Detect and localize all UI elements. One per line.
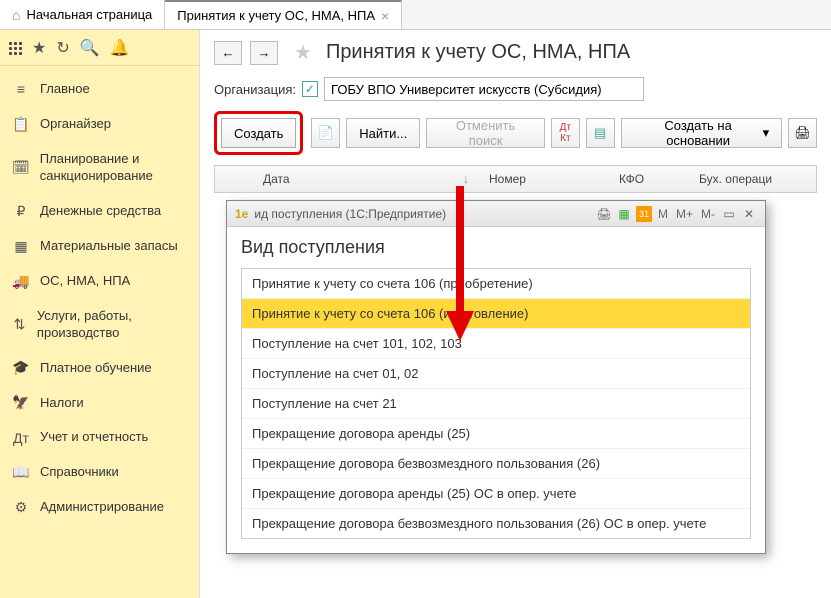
column-date[interactable]: Дата: [253, 172, 453, 186]
calendar-icon[interactable]: 31: [636, 206, 652, 222]
modal-list-item[interactable]: Прекращение договора безвозмездного поль…: [242, 449, 750, 479]
modal-titlebar: 1e ид поступления (1С:Предприятие) 🖨 ▦ 3…: [227, 201, 765, 227]
sidebar-item-label: Учет и отчетность: [40, 429, 148, 446]
modal-heading: Вид поступления: [241, 237, 751, 258]
modal-list-item[interactable]: Принятие к учету со счета 106 (изготовле…: [242, 299, 750, 329]
bell-icon[interactable]: 🔔: [110, 38, 130, 58]
m-minus-button[interactable]: M-: [699, 207, 717, 221]
sidebar-item-icon: Дт: [12, 430, 30, 446]
sidebar-item-icon: ≡: [12, 81, 30, 97]
modal-list: Принятие к учету со счета 106 (приобрете…: [241, 268, 751, 539]
sidebar-item-label: Органайзер: [40, 116, 111, 133]
modal-list-item[interactable]: Прекращение договора аренды (25): [242, 419, 750, 449]
cancel-search-button[interactable]: Отменить поиск: [426, 118, 545, 148]
organization-check-icon[interactable]: ✓: [302, 81, 318, 97]
sidebar-item-icon: ▦: [12, 238, 30, 255]
sidebar-item-label: Материальные запасы: [40, 238, 178, 255]
copy-button[interactable]: 📄: [311, 118, 340, 148]
create-button[interactable]: Создать: [221, 118, 296, 148]
sidebar-item-label: Планирование и санкционирование: [40, 151, 187, 185]
sidebar-item-icon: 🦅: [12, 394, 30, 411]
sidebar-item[interactable]: 🚚 ОС, НМА, НПА: [0, 264, 199, 299]
sidebar-item-label: Справочники: [40, 464, 119, 481]
sidebar-item[interactable]: Дт Учет и отчетность: [0, 420, 199, 455]
sidebar: ★ ↻ 🔍 🔔 ≡ Главное 📋 Органайзер 🗓 Планирование…: [0, 30, 200, 598]
tab-label: Принятия к учету ОС, НМА, НПА: [177, 8, 375, 23]
sidebar-item[interactable]: ⚙ Администрирование: [0, 490, 199, 525]
sidebar-item-label: Администрирование: [40, 499, 164, 516]
sidebar-item[interactable]: ⇅ Услуги, работы, производство: [0, 299, 199, 351]
tab-label: Начальная страница: [26, 7, 152, 22]
tab-home[interactable]: ⌂ Начальная страница: [0, 0, 165, 29]
sidebar-item[interactable]: 🎓 Платное обучение: [0, 350, 199, 385]
page-title: Принятия к учету ОС, НМА, НПА: [326, 41, 630, 64]
print-icon[interactable]: 🖨: [596, 206, 612, 222]
modal-list-item[interactable]: Поступление на счет 01, 02: [242, 359, 750, 389]
find-button[interactable]: Найти...: [346, 118, 420, 148]
column-operation[interactable]: Бух. операци: [689, 172, 808, 186]
sidebar-item-icon: ⇅: [12, 316, 27, 333]
sidebar-item-label: Налоги: [40, 395, 84, 412]
column-number[interactable]: Номер: [479, 172, 609, 186]
sidebar-item[interactable]: 🦅 Налоги: [0, 385, 199, 420]
close-icon[interactable]: ✕: [741, 206, 757, 222]
modal-dialog: 1e ид поступления (1С:Предприятие) 🖨 ▦ 3…: [226, 200, 766, 554]
tab-current[interactable]: Принятия к учету ОС, НМА, НПА ×: [165, 0, 402, 29]
modal-list-item[interactable]: Поступление на счет 101, 102, 103: [242, 329, 750, 359]
sidebar-item-label: Денежные средства: [40, 203, 161, 220]
home-icon: ⌂: [12, 7, 20, 23]
sidebar-item-icon: 📋: [12, 116, 30, 133]
sidebar-item[interactable]: 📖 Справочники: [0, 455, 199, 490]
create-button-highlight: Создать: [214, 111, 303, 155]
modal-list-item[interactable]: Прекращение договора аренды (25) ОС в оп…: [242, 479, 750, 509]
sidebar-item[interactable]: 📋 Органайзер: [0, 107, 199, 142]
back-button[interactable]: ←: [214, 41, 242, 65]
organization-input[interactable]: [324, 77, 644, 101]
m-button[interactable]: M: [656, 207, 670, 221]
sidebar-item[interactable]: ₽ Денежные средства: [0, 194, 199, 229]
sidebar-toolbar: ★ ↻ 🔍 🔔: [0, 30, 199, 66]
sidebar-item-label: Главное: [40, 81, 90, 98]
modal-list-item[interactable]: Прекращение договора безвозмездного поль…: [242, 509, 750, 538]
forward-button[interactable]: →: [250, 41, 278, 65]
close-icon[interactable]: ×: [381, 8, 389, 24]
history-icon[interactable]: ↻: [56, 38, 69, 58]
sidebar-item[interactable]: 🗓 Планирование и санкционирование: [0, 142, 199, 194]
modal-list-item[interactable]: Принятие к учету со счета 106 (приобрете…: [242, 269, 750, 299]
modal-list-item[interactable]: Поступление на счет 21: [242, 389, 750, 419]
minimize-icon[interactable]: ▭: [721, 206, 737, 222]
print-button[interactable]: 🖨: [788, 118, 817, 148]
list-button[interactable]: ▤: [586, 118, 615, 148]
table-header: Дата ↓ Номер КФО Бух. операци: [214, 165, 817, 193]
create-based-on-button[interactable]: Создать на основании ▾: [621, 118, 783, 148]
sidebar-item-label: ОС, НМА, НПА: [40, 273, 130, 290]
sort-arrow-icon: ↓: [453, 172, 479, 186]
sidebar-item-icon: 📖: [12, 464, 30, 481]
sidebar-item-label: Платное обучение: [40, 360, 152, 377]
column-kfo[interactable]: КФО: [609, 172, 689, 186]
grid-icon[interactable]: ▦: [616, 206, 632, 222]
favorite-star-icon[interactable]: ★: [294, 40, 312, 65]
sidebar-item[interactable]: ≡ Главное: [0, 72, 199, 107]
sidebar-item-icon: 🚚: [12, 273, 30, 290]
sidebar-item-icon: 🗓: [12, 159, 30, 176]
sidebar-item-label: Услуги, работы, производство: [37, 308, 187, 342]
tab-bar: ⌂ Начальная страница Принятия к учету ОС…: [0, 0, 831, 30]
sidebar-item-icon: 🎓: [12, 359, 30, 376]
apps-icon[interactable]: [8, 41, 22, 55]
sidebar-item[interactable]: ▦ Материальные запасы: [0, 229, 199, 264]
m-plus-button[interactable]: M+: [674, 207, 695, 221]
dt-kt-button[interactable]: ДтКт: [551, 118, 580, 148]
favorite-icon[interactable]: ★: [32, 38, 46, 58]
modal-window-title: ид поступления (1С:Предприятие): [254, 207, 446, 221]
organization-label: Организация:: [214, 82, 296, 97]
search-icon[interactable]: 🔍: [80, 38, 100, 58]
sidebar-item-icon: ⚙: [12, 499, 30, 516]
app-logo-icon: 1e: [235, 207, 248, 221]
sidebar-item-icon: ₽: [12, 203, 30, 220]
